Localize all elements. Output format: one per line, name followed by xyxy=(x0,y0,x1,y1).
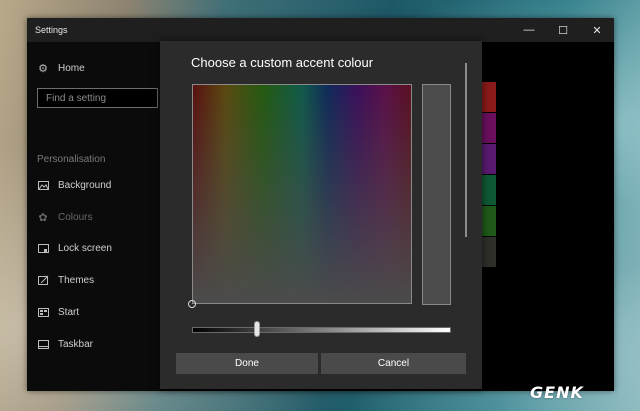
watermark-logo: GENK xyxy=(530,383,584,402)
accent-swatch-purple[interactable] xyxy=(482,144,496,174)
accent-swatch-teal-green[interactable] xyxy=(482,175,496,205)
sidebar-item-label: Themes xyxy=(58,274,95,286)
brightness-slider-thumb[interactable] xyxy=(253,321,260,337)
sidebar-item-label: Taskbar xyxy=(58,338,94,350)
accent-swatch-green[interactable] xyxy=(482,206,496,236)
section-label: Personalisation xyxy=(37,154,106,165)
custom-colour-dialog: Choose a custom accent colour Done Cance… xyxy=(160,41,482,389)
lock-screen-icon xyxy=(37,242,49,254)
colour-preview xyxy=(422,84,451,305)
sidebar-item-start[interactable]: Start xyxy=(37,303,79,321)
sidebar-item-background[interactable]: Background xyxy=(37,176,111,194)
content-pane xyxy=(482,42,614,391)
gear-icon: ⚙ xyxy=(38,62,48,75)
window-controls: — ☐ ✕ xyxy=(512,18,614,42)
taskbar-icon xyxy=(37,338,49,350)
dialog-scrollbar[interactable] xyxy=(465,63,467,237)
window-title: Settings xyxy=(35,25,68,35)
accent-swatch-olive[interactable] xyxy=(482,237,496,267)
sidebar-item-taskbar[interactable]: Taskbar xyxy=(37,335,93,353)
sidebar-item-label: Colours xyxy=(58,211,93,223)
sidebar-item-home[interactable]: ⚙ Home xyxy=(37,59,85,77)
start-icon xyxy=(37,306,49,318)
close-button[interactable]: ✕ xyxy=(580,18,614,42)
cancel-button[interactable]: Cancel xyxy=(321,353,466,374)
sidebar: ⚙ Home Find a setting Personalisation Ba… xyxy=(27,42,160,391)
sidebar-item-label: Background xyxy=(58,179,112,191)
sidebar-item-colours[interactable]: ✿ Colours xyxy=(37,208,92,226)
search-input[interactable]: Find a setting xyxy=(37,88,158,108)
title-bar: Settings — ☐ ✕ xyxy=(27,18,614,42)
brightness-slider-track[interactable] xyxy=(192,327,451,333)
sidebar-item-label: Lock screen xyxy=(58,242,112,254)
sidebar-item-label: Start xyxy=(58,306,80,318)
sidebar-item-lock-screen[interactable]: Lock screen xyxy=(37,239,112,257)
sidebar-item-themes[interactable]: Themes xyxy=(37,271,94,289)
sidebar-item-label: Home xyxy=(58,62,85,74)
done-button[interactable]: Done xyxy=(176,353,318,374)
accent-swatch-red[interactable] xyxy=(482,82,496,112)
brush-icon xyxy=(37,274,49,286)
palette-icon: ✿ xyxy=(38,211,48,224)
dialog-title: Choose a custom accent colour xyxy=(191,55,374,70)
accent-swatch-magenta[interactable] xyxy=(482,113,496,143)
picture-icon xyxy=(37,179,49,191)
maximize-button[interactable]: ☐ xyxy=(546,18,580,42)
minimize-button[interactable]: — xyxy=(512,18,546,42)
colour-picker-cursor[interactable] xyxy=(188,300,196,308)
colour-spectrum-picker[interactable] xyxy=(192,84,412,304)
